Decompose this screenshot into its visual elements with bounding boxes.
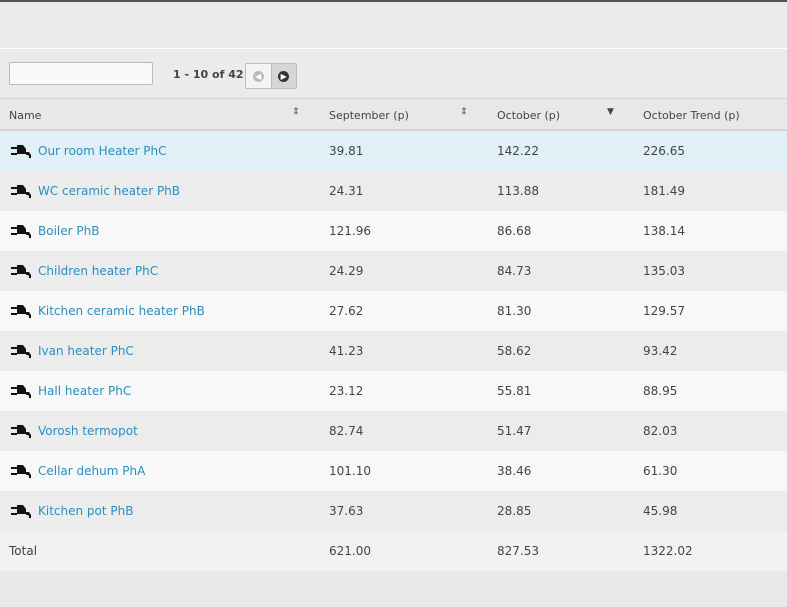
sort-icon[interactable]: ⇕ bbox=[292, 107, 300, 117]
plug-icon bbox=[11, 504, 33, 521]
total-october: 827.53 bbox=[497, 544, 539, 558]
october-value: 51.47 bbox=[497, 424, 532, 438]
table-row[interactable]: Kitchen pot PhB 37.63 28.85 45.98 bbox=[0, 491, 787, 531]
october-value: 113.88 bbox=[497, 184, 539, 198]
october-value: 86.68 bbox=[497, 224, 532, 238]
plug-icon bbox=[11, 384, 33, 401]
table-row[interactable]: Our room Heater PhC 39.81 142.22 226.65 bbox=[0, 131, 787, 171]
october-value: 81.30 bbox=[497, 304, 532, 318]
search-input[interactable] bbox=[9, 62, 153, 85]
total-label: Total bbox=[9, 544, 38, 558]
plug-icon bbox=[11, 224, 33, 241]
toolbar: 1 - 10 of 42 ◀ ▶ bbox=[0, 50, 787, 99]
table-row[interactable]: Children heater PhC 24.29 84.73 135.03 bbox=[0, 251, 787, 291]
october-trend-value: 138.14 bbox=[643, 224, 685, 238]
device-link[interactable]: Kitchen ceramic heater PhB bbox=[38, 304, 205, 318]
september-value: 41.23 bbox=[329, 344, 364, 358]
plug-icon bbox=[11, 424, 33, 441]
plug-icon bbox=[11, 264, 33, 281]
october-trend-value: 93.42 bbox=[643, 344, 678, 358]
previous-page-button[interactable]: ◀ bbox=[246, 64, 271, 88]
column-header-october-trend[interactable]: October Trend (p) bbox=[643, 109, 740, 122]
october-value: 84.73 bbox=[497, 264, 532, 278]
device-link[interactable]: Cellar dehum PhA bbox=[38, 464, 145, 478]
sort-icon[interactable]: ⇕ bbox=[460, 107, 468, 117]
arrow-left-icon: ◀ bbox=[252, 70, 264, 82]
september-value: 24.29 bbox=[329, 264, 364, 278]
plug-icon bbox=[11, 304, 33, 321]
total-october-trend: 1322.02 bbox=[643, 544, 693, 558]
september-value: 37.63 bbox=[329, 504, 364, 518]
october-value: 142.22 bbox=[497, 144, 539, 158]
column-header-name[interactable]: Name bbox=[9, 109, 41, 122]
device-link[interactable]: Ivan heater PhC bbox=[38, 344, 134, 358]
table-row[interactable]: Boiler PhB 121.96 86.68 138.14 bbox=[0, 211, 787, 251]
plug-icon bbox=[11, 344, 33, 361]
table-header: Name ⇕ September (p) ⇕ October (p) ▼ Oct… bbox=[0, 99, 787, 131]
october-trend-value: 82.03 bbox=[643, 424, 678, 438]
table-row[interactable]: Cellar dehum PhA 101.10 38.46 61.30 bbox=[0, 451, 787, 491]
plug-icon bbox=[11, 144, 33, 161]
september-value: 39.81 bbox=[329, 144, 364, 158]
total-september: 621.00 bbox=[329, 544, 371, 558]
october-trend-value: 45.98 bbox=[643, 504, 678, 518]
september-value: 82.74 bbox=[329, 424, 364, 438]
device-link[interactable]: Boiler PhB bbox=[38, 224, 99, 238]
october-trend-value: 135.03 bbox=[643, 264, 685, 278]
october-trend-value: 61.30 bbox=[643, 464, 678, 478]
device-link[interactable]: Kitchen pot PhB bbox=[38, 504, 133, 518]
october-trend-value: 226.65 bbox=[643, 144, 685, 158]
table-row[interactable]: Vorosh termopot 82.74 51.47 82.03 bbox=[0, 411, 787, 451]
column-header-september[interactable]: September (p) bbox=[329, 109, 409, 122]
september-value: 121.96 bbox=[329, 224, 371, 238]
october-trend-value: 129.57 bbox=[643, 304, 685, 318]
column-header-october[interactable]: October (p) bbox=[497, 109, 560, 122]
october-trend-value: 88.95 bbox=[643, 384, 678, 398]
plug-icon bbox=[11, 184, 33, 201]
next-page-button[interactable]: ▶ bbox=[270, 64, 296, 88]
september-value: 27.62 bbox=[329, 304, 364, 318]
october-value: 38.46 bbox=[497, 464, 532, 478]
pagination-range: 1 - 10 of 42 bbox=[173, 68, 244, 81]
sort-descending-icon[interactable]: ▼ bbox=[607, 107, 614, 117]
top-bar bbox=[0, 0, 787, 49]
plug-icon bbox=[11, 464, 33, 481]
device-link[interactable]: WC ceramic heater PhB bbox=[38, 184, 180, 198]
september-value: 101.10 bbox=[329, 464, 371, 478]
arrow-right-icon: ▶ bbox=[278, 70, 290, 82]
total-row: Total 621.00 827.53 1322.02 bbox=[0, 531, 787, 571]
pager: ◀ ▶ bbox=[245, 63, 297, 89]
september-value: 23.12 bbox=[329, 384, 364, 398]
table-row[interactable]: Hall heater PhC 23.12 55.81 88.95 bbox=[0, 371, 787, 411]
device-link[interactable]: Our room Heater PhC bbox=[38, 144, 166, 158]
october-value: 28.85 bbox=[497, 504, 532, 518]
device-link[interactable]: Vorosh termopot bbox=[38, 424, 138, 438]
october-value: 58.62 bbox=[497, 344, 532, 358]
table-row[interactable]: WC ceramic heater PhB 24.31 113.88 181.4… bbox=[0, 171, 787, 211]
september-value: 24.31 bbox=[329, 184, 364, 198]
october-trend-value: 181.49 bbox=[643, 184, 685, 198]
table-row[interactable]: Ivan heater PhC 41.23 58.62 93.42 bbox=[0, 331, 787, 371]
device-link[interactable]: Hall heater PhC bbox=[38, 384, 131, 398]
device-link[interactable]: Children heater PhC bbox=[38, 264, 158, 278]
october-value: 55.81 bbox=[497, 384, 532, 398]
table-row[interactable]: Kitchen ceramic heater PhB 27.62 81.30 1… bbox=[0, 291, 787, 331]
